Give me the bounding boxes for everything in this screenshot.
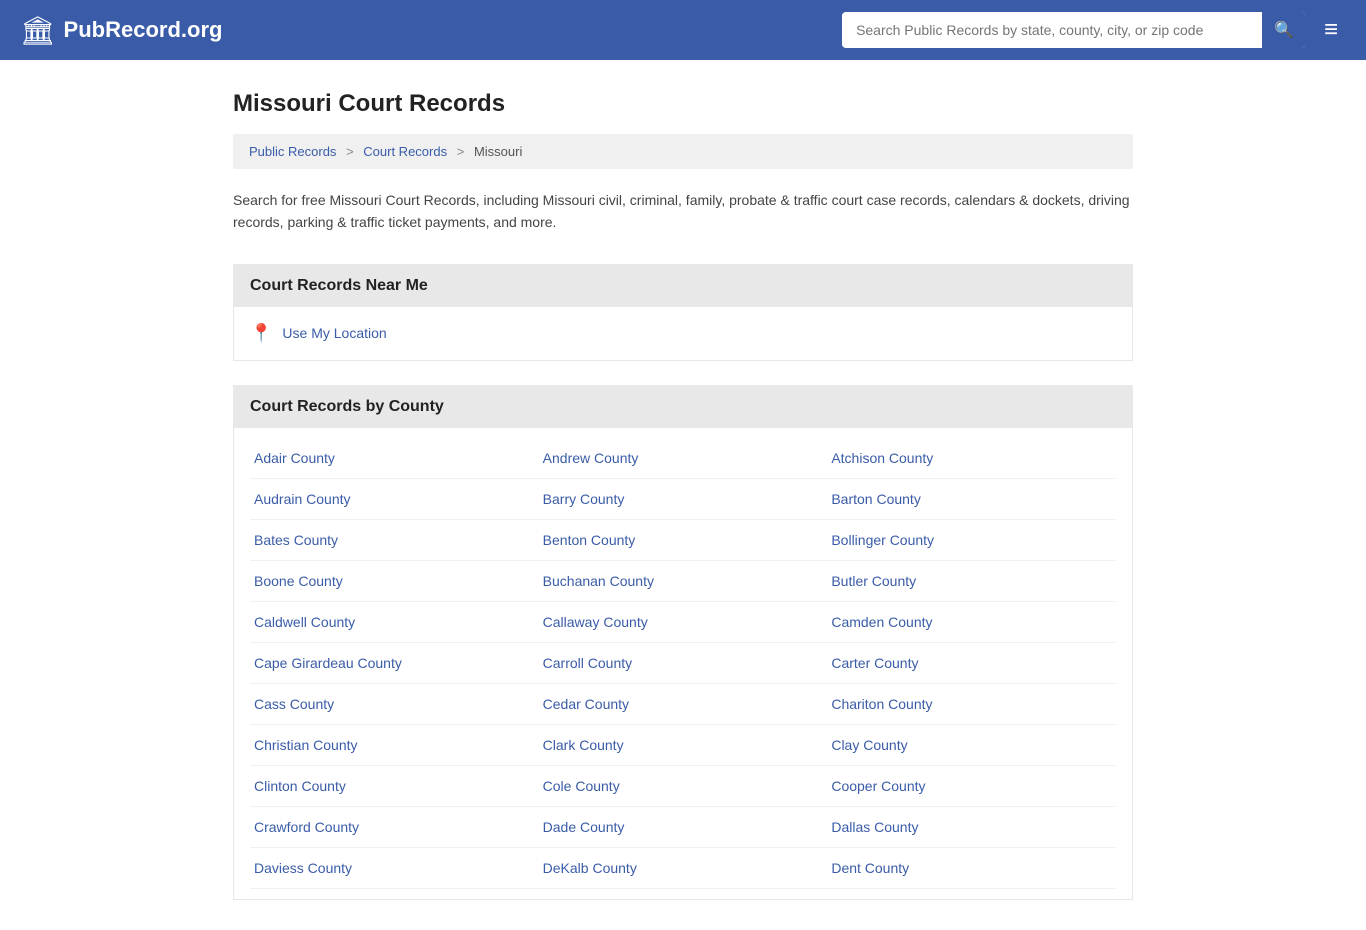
near-me-header: Court Records Near Me: [234, 265, 1132, 307]
county-link[interactable]: Butler County: [831, 573, 916, 589]
county-link[interactable]: Christian County: [254, 737, 358, 753]
county-link[interactable]: Caldwell County: [254, 614, 355, 630]
search-bar: 🔍: [842, 12, 1306, 48]
list-item: Bates County: [250, 520, 539, 561]
list-item: Daviess County: [250, 848, 539, 889]
list-item: Cooper County: [827, 766, 1116, 807]
county-link[interactable]: Atchison County: [831, 450, 933, 466]
list-item: Audrain County: [250, 479, 539, 520]
list-item: Cass County: [250, 684, 539, 725]
county-link[interactable]: Callaway County: [543, 614, 648, 630]
list-item: Christian County: [250, 725, 539, 766]
county-link[interactable]: Dade County: [543, 819, 625, 835]
list-item: Cedar County: [539, 684, 828, 725]
list-item: Clark County: [539, 725, 828, 766]
list-item: Barry County: [539, 479, 828, 520]
search-input[interactable]: [842, 14, 1262, 46]
breadcrumb: Public Records > Court Records > Missour…: [233, 134, 1133, 169]
search-icon: 🔍: [1274, 22, 1294, 39]
county-link[interactable]: Clark County: [543, 737, 624, 753]
list-item: Adair County: [250, 438, 539, 479]
list-item: DeKalb County: [539, 848, 828, 889]
list-item: Atchison County: [827, 438, 1116, 479]
near-me-section: Court Records Near Me 📍 Use My Location: [233, 264, 1133, 361]
logo-icon: 🏛: [20, 14, 56, 47]
county-section-header: Court Records by County: [234, 386, 1132, 428]
county-link[interactable]: Andrew County: [543, 450, 639, 466]
county-link[interactable]: Carter County: [831, 655, 918, 671]
list-item: Carter County: [827, 643, 1116, 684]
county-link[interactable]: Dent County: [831, 860, 909, 876]
logo[interactable]: 🏛 PubRecord.org: [20, 14, 222, 47]
list-item: Buchanan County: [539, 561, 828, 602]
county-link[interactable]: Carroll County: [543, 655, 632, 671]
county-link[interactable]: Cedar County: [543, 696, 629, 712]
county-link[interactable]: Clinton County: [254, 778, 346, 794]
location-icon: 📍: [250, 323, 272, 344]
breadcrumb-public-records[interactable]: Public Records: [249, 144, 336, 159]
list-item: Clinton County: [250, 766, 539, 807]
breadcrumb-current: Missouri: [474, 144, 522, 159]
county-link[interactable]: Adair County: [254, 450, 335, 466]
county-link[interactable]: Audrain County: [254, 491, 351, 507]
county-link[interactable]: Barry County: [543, 491, 625, 507]
county-link[interactable]: Boone County: [254, 573, 343, 589]
header: 🏛 PubRecord.org 🔍 ≡: [0, 0, 1366, 60]
list-item: Andrew County: [539, 438, 828, 479]
list-item: Cole County: [539, 766, 828, 807]
list-item: Dade County: [539, 807, 828, 848]
list-item: Dallas County: [827, 807, 1116, 848]
breadcrumb-court-records[interactable]: Court Records: [363, 144, 447, 159]
main-content: Missouri Court Records Public Records > …: [213, 90, 1153, 900]
list-item: Butler County: [827, 561, 1116, 602]
page-title: Missouri Court Records: [233, 90, 1133, 118]
search-button[interactable]: 🔍: [1262, 12, 1306, 48]
list-item: Chariton County: [827, 684, 1116, 725]
county-link[interactable]: DeKalb County: [543, 860, 637, 876]
county-link[interactable]: Benton County: [543, 532, 636, 548]
menu-icon: ≡: [1324, 16, 1338, 43]
list-item: Clay County: [827, 725, 1116, 766]
county-link[interactable]: Bates County: [254, 532, 338, 548]
list-item: Benton County: [539, 520, 828, 561]
list-item: Caldwell County: [250, 602, 539, 643]
page-description: Search for free Missouri Court Records, …: [233, 189, 1133, 234]
county-grid: Adair County Andrew County Atchison County…: [234, 428, 1132, 899]
list-item: Cape Girardeau County: [250, 643, 539, 684]
list-item: Boone County: [250, 561, 539, 602]
county-link[interactable]: Cape Girardeau County: [254, 655, 402, 671]
county-link[interactable]: Dallas County: [831, 819, 918, 835]
county-link[interactable]: Crawford County: [254, 819, 359, 835]
near-me-body: 📍 Use My Location: [234, 307, 1132, 360]
menu-button[interactable]: ≡: [1316, 14, 1346, 46]
county-link[interactable]: Chariton County: [831, 696, 932, 712]
county-link[interactable]: Bollinger County: [831, 532, 934, 548]
list-item: Crawford County: [250, 807, 539, 848]
list-item: Camden County: [827, 602, 1116, 643]
list-item: Callaway County: [539, 602, 828, 643]
county-section: Court Records by County Adair County Andr…: [233, 385, 1133, 900]
county-link[interactable]: Camden County: [831, 614, 932, 630]
use-location-link[interactable]: Use My Location: [282, 325, 386, 341]
breadcrumb-sep-1: >: [346, 144, 354, 159]
list-item: Bollinger County: [827, 520, 1116, 561]
county-link[interactable]: Clay County: [831, 737, 907, 753]
county-link[interactable]: Cole County: [543, 778, 620, 794]
header-right: 🔍 ≡: [842, 12, 1346, 48]
breadcrumb-sep-2: >: [457, 144, 465, 159]
county-link[interactable]: Buchanan County: [543, 573, 654, 589]
county-link[interactable]: Barton County: [831, 491, 921, 507]
county-link[interactable]: Daviess County: [254, 860, 352, 876]
list-item: Dent County: [827, 848, 1116, 889]
county-link[interactable]: Cass County: [254, 696, 334, 712]
county-link[interactable]: Cooper County: [831, 778, 925, 794]
list-item: Barton County: [827, 479, 1116, 520]
list-item: Carroll County: [539, 643, 828, 684]
logo-text: PubRecord.org: [64, 17, 223, 43]
